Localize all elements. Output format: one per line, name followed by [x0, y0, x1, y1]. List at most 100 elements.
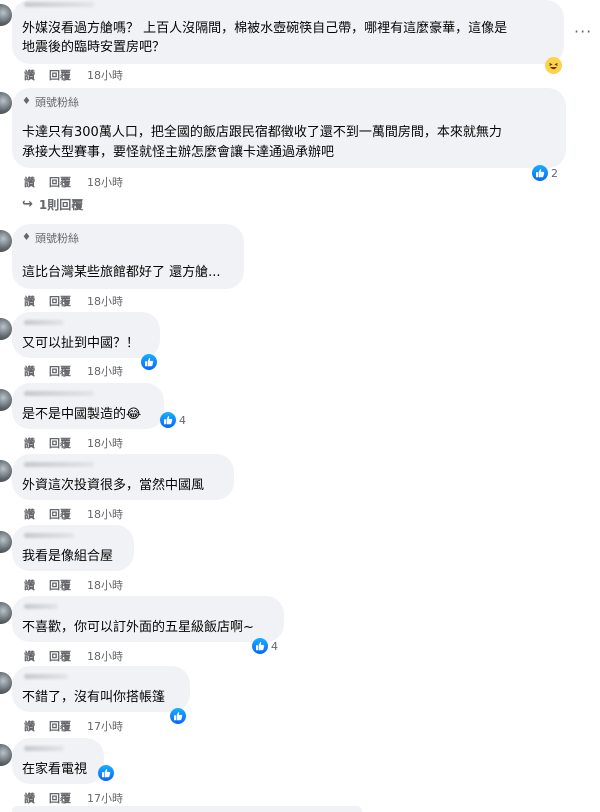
timestamp[interactable]: 18小時 — [87, 506, 123, 522]
timestamp[interactable]: 18小時 — [87, 435, 123, 451]
timestamp[interactable]: 17小時 — [87, 718, 123, 734]
reply-link[interactable]: 回覆 — [49, 790, 71, 806]
like-link[interactable]: 讚 — [24, 718, 35, 734]
like-link[interactable]: 讚 — [24, 577, 35, 593]
comment-text-line: 外資這次投資很多，當然中國風 — [22, 478, 205, 493]
avatar[interactable] — [0, 4, 12, 26]
view-replies-label: 1則回覆 — [38, 198, 84, 212]
reaction-count: 4 — [179, 413, 186, 427]
timestamp[interactable]: 18小時 — [87, 577, 123, 593]
comment-actions: 讚 回覆 18小時 — [24, 506, 123, 522]
comment-actions: 讚 回覆 18小時 — [24, 363, 123, 379]
author-name[interactable] — [24, 533, 74, 538]
avatar[interactable] — [0, 389, 12, 411]
author-name[interactable] — [24, 462, 94, 467]
like-link[interactable]: 讚 — [24, 363, 35, 379]
reaction-summary[interactable] — [545, 56, 562, 74]
like-reaction-icon — [98, 765, 114, 781]
like-link[interactable]: 讚 — [24, 648, 35, 664]
diamond-icon: ♦ — [22, 232, 31, 243]
timestamp[interactable]: 18小時 — [87, 174, 123, 190]
author-name[interactable] — [24, 746, 64, 751]
comment-text-line: 我看是像組合屋 — [22, 549, 114, 564]
comment-text-line: 在家看電視 — [22, 762, 88, 777]
comment-bubble: 在家看電視 — [12, 738, 104, 784]
reaction-count: 4 — [271, 639, 278, 653]
comment-actions: 讚 回覆 18小時 — [24, 67, 123, 83]
reply-link[interactable]: 回覆 — [49, 67, 71, 83]
reply-link[interactable]: 回覆 — [49, 435, 71, 451]
timestamp[interactable]: 18小時 — [87, 648, 123, 664]
comment-text-line: 又可以扯到中國？！ — [22, 336, 140, 351]
like-reaction-icon — [160, 412, 176, 428]
like-reaction-icon — [170, 708, 186, 724]
reply-link[interactable]: 回覆 — [49, 506, 71, 522]
reply-link[interactable]: 回覆 — [49, 577, 71, 593]
reply-link[interactable]: 回覆 — [49, 648, 71, 664]
avatar[interactable] — [0, 531, 12, 553]
comment-bubble: 是不是中國製造的😂 — [12, 383, 164, 429]
like-link[interactable]: 讚 — [24, 293, 35, 309]
like-link[interactable]: 讚 — [24, 506, 35, 522]
like-reaction-icon — [252, 638, 268, 654]
comment-actions: 讚 回覆 17小時 — [24, 718, 123, 734]
reaction-summary[interactable] — [98, 764, 114, 782]
reply-arrow-icon: ↪ — [22, 197, 33, 212]
avatar[interactable] — [0, 230, 12, 252]
like-reaction-icon — [141, 354, 157, 370]
author-name[interactable] — [24, 604, 58, 609]
like-link[interactable]: 讚 — [24, 174, 35, 190]
like-link[interactable]: 讚 — [24, 435, 35, 451]
timestamp[interactable]: 18小時 — [87, 363, 123, 379]
reply-link[interactable]: 回覆 — [49, 174, 71, 190]
diamond-icon: ♦ — [22, 96, 31, 107]
comment-bubble-partial — [12, 806, 362, 812]
comment-actions: 讚 回覆 18小時 — [24, 174, 123, 190]
like-link[interactable]: 讚 — [24, 790, 35, 806]
comment-actions: 讚 回覆 18小時 — [24, 648, 123, 664]
timestamp[interactable]: 17小時 — [87, 790, 123, 806]
author-name[interactable] — [24, 2, 94, 7]
like-reaction-icon — [532, 165, 548, 181]
comment-bubble: ♦ 頭號粉絲 卡達只有300萬人口，把全國的飯店跟民宿都徵收了還不到一萬間房間，… — [12, 88, 566, 168]
timestamp[interactable]: 18小時 — [87, 67, 123, 83]
avatar[interactable] — [0, 744, 12, 766]
author-name[interactable] — [24, 391, 94, 396]
comment-text-line: 這比台灣某些旅館都好了 還方艙... — [22, 265, 221, 280]
comment-text-line: 卡達只有300萬人口，把全國的飯店跟民宿都徵收了還不到一萬間房間，本來就無力 — [22, 125, 502, 140]
reply-link[interactable]: 回覆 — [49, 363, 71, 379]
like-link[interactable]: 讚 — [24, 67, 35, 83]
reaction-summary[interactable] — [170, 707, 186, 725]
avatar[interactable] — [0, 602, 12, 624]
top-fan-badge: ♦ 頭號粉絲 — [22, 230, 79, 246]
reply-link[interactable]: 回覆 — [49, 293, 71, 309]
haha-reaction-icon — [545, 56, 562, 74]
avatar[interactable] — [0, 460, 12, 482]
comment-bubble: 外資這次投資很多，當然中國風 — [12, 454, 234, 500]
avatar[interactable] — [0, 318, 12, 340]
avatar[interactable] — [0, 92, 12, 114]
reaction-count: 2 — [551, 166, 558, 180]
timestamp[interactable]: 18小時 — [87, 293, 123, 309]
view-replies-link[interactable]: ↪ 1則回覆 — [22, 196, 83, 213]
comment-actions: 讚 回覆 18小時 — [24, 293, 123, 309]
avatar[interactable] — [0, 672, 12, 694]
author-name[interactable] — [24, 674, 68, 679]
reaction-summary[interactable]: 2 — [532, 164, 558, 182]
comment-text-line: 承接大型賽事，要怪就怪主辦怎麼會讓卡達通過承辦吧 — [22, 145, 335, 160]
reply-link[interactable]: 回覆 — [49, 718, 71, 734]
badge-label: 頭號粉絲 — [34, 96, 79, 109]
comment-text-line: 外媒沒看過方艙嗎？ 上百人沒隔間，棉被水壺碗筷自己帶，哪裡有這麼豪華，這像是 — [22, 21, 508, 36]
reaction-summary[interactable]: 4 — [160, 411, 186, 429]
author-name[interactable] — [24, 320, 64, 325]
top-fan-badge: ♦ 頭號粉絲 — [22, 94, 79, 110]
comment-text-line: 是不是中國製造的😂 — [22, 407, 142, 422]
comment-bubble: 又可以扯到中國？！ — [12, 312, 160, 358]
comment-text-line: 不喜歡，你可以訂外面的五星級飯店啊~ — [22, 620, 254, 635]
reaction-summary[interactable] — [141, 353, 157, 371]
comment-text-line: 不錯了，沒有叫你搭帳篷 — [22, 690, 166, 705]
more-options-icon[interactable]: ··· — [574, 22, 592, 41]
reaction-summary[interactable]: 4 — [252, 637, 278, 655]
comment-actions: 讚 回覆 18小時 — [24, 577, 123, 593]
comment-text-line: 地震後的臨時安置房吧？ — [22, 40, 166, 55]
